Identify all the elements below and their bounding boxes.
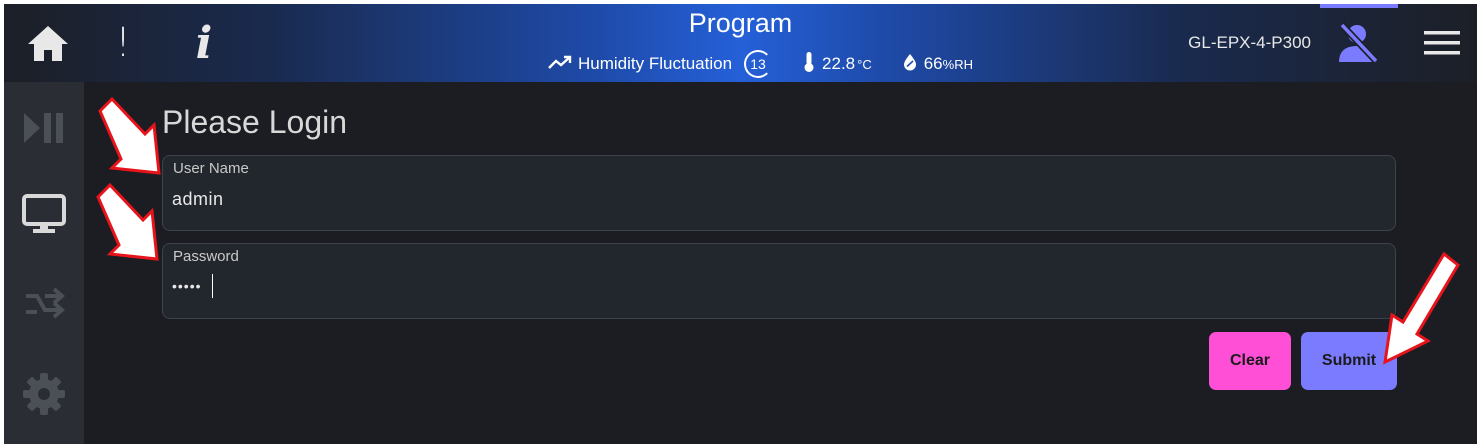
gear-icon[interactable] [4,354,84,434]
monitor-icon[interactable] [4,174,84,254]
submit-button[interactable]: Submit [1301,332,1397,390]
app-window: ! i Program Humidity Fluctuation 13 22.8… [4,4,1477,444]
hamburger-menu-icon[interactable] [1414,4,1470,82]
device-name: GL-EPX-4-P300 [1188,33,1311,52]
username-input[interactable] [172,186,1372,212]
humidity-unit: %RH [942,56,973,72]
program-name: Humidity Fluctuation [578,54,733,73]
username-field[interactable]: User Name [162,155,1396,231]
transfer-icon[interactable] [4,264,84,344]
user-logged-out-icon[interactable] [1320,4,1398,82]
temperature-unit: °C [857,56,872,72]
login-panel: Please Login User Name Password ••••• Cl… [84,82,1477,444]
login-title: Please Login [162,104,348,140]
droplet-icon [902,53,918,76]
top-bar: ! i Program Humidity Fluctuation 13 22.8… [4,4,1477,82]
temperature-value: 22.8 [822,54,856,73]
sidebar [4,82,84,444]
password-input[interactable]: ••••• [172,278,1372,304]
trend-up-icon [548,54,572,74]
humidity-value: 66 [923,54,943,73]
password-field[interactable]: Password ••••• [162,243,1396,319]
text-caret [212,274,213,298]
cycle-count: 13 [744,50,773,78]
password-label: Password [173,248,239,265]
play-pause-icon[interactable] [4,88,84,168]
clear-button[interactable]: Clear [1209,332,1291,390]
username-label: User Name [173,160,249,177]
thermometer-icon [802,51,816,78]
